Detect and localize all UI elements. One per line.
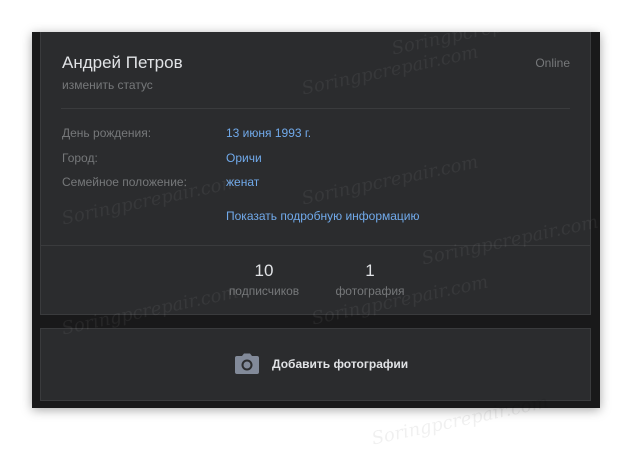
- followers-counter[interactable]: 10 подписчиков: [214, 260, 314, 298]
- counter-label: фотография: [335, 284, 405, 298]
- divider: [41, 245, 590, 246]
- info-value-birthday[interactable]: 13 июня 1993 г.: [226, 126, 311, 140]
- divider: [61, 108, 570, 109]
- info-label: Город:: [62, 151, 98, 165]
- info-value-relationship[interactable]: женат: [226, 175, 259, 189]
- counter-label: подписчиков: [228, 284, 300, 298]
- show-details-link[interactable]: Показать подробную информацию: [226, 209, 420, 223]
- counter-number: 1: [365, 261, 375, 280]
- profile-name: Андрей Петров: [62, 53, 183, 72]
- online-status: Online: [535, 56, 570, 70]
- info-value-city[interactable]: Оричи: [226, 151, 262, 165]
- photos-block: Добавить фотографии: [40, 328, 591, 401]
- change-status-link[interactable]: изменить статус: [62, 78, 153, 92]
- info-label: Семейное положение:: [62, 175, 187, 189]
- add-photos-button[interactable]: Добавить фотографии: [234, 353, 408, 375]
- profile-card: Андрей Петров изменить статус Online Ден…: [40, 32, 591, 315]
- camera-icon: [235, 353, 259, 374]
- add-photos-label: Добавить фотографии: [272, 357, 409, 371]
- counter-number: 10: [254, 261, 274, 280]
- info-label: День рождения:: [62, 126, 152, 140]
- photos-counter[interactable]: 1 фотография: [320, 260, 420, 298]
